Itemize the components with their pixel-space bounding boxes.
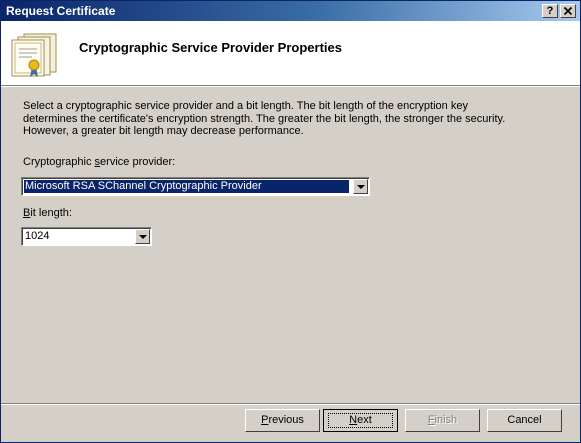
csp-dropdown-arrow[interactable] — [353, 179, 368, 194]
header-divider — [1, 86, 580, 87]
bit-length-value: 1024 — [25, 230, 50, 242]
finish-accesskey: F — [427, 414, 435, 426]
csp-label-part: ervice provider: — [100, 156, 176, 168]
csp-label: Cryptographic service provider: — [23, 156, 175, 168]
csp-label-part: Cryptographic — [23, 156, 95, 168]
close-button[interactable] — [560, 4, 576, 18]
page-title: Cryptographic Service Provider Propertie… — [79, 40, 342, 55]
previous-button[interactable]: Previous — [245, 409, 320, 432]
title-bar[interactable]: Request Certificate ? — [1, 1, 580, 21]
bit-length-dropdown[interactable]: 1024 — [21, 227, 152, 246]
csp-dropdown[interactable]: Microsoft RSA SChannel Cryptographic Pro… — [21, 177, 370, 196]
cancel-button[interactable]: Cancel — [487, 409, 562, 432]
focus-rectangle — [328, 413, 393, 428]
request-certificate-dialog: Request Certificate ? Cryptographic Serv… — [0, 0, 581, 443]
bit-length-label: Bit length: — [23, 207, 72, 219]
csp-selected-value: Microsoft RSA SChannel Cryptographic Pro… — [24, 180, 349, 193]
description-text: Select a cryptographic service provider … — [23, 100, 506, 137]
certificate-icon — [11, 33, 57, 77]
previous-label: revious — [268, 414, 304, 426]
wizard-header: Cryptographic Service Provider Propertie… — [1, 21, 580, 86]
close-icon — [563, 6, 573, 16]
next-button[interactable]: Next — [323, 409, 398, 432]
footer-divider-highlight — [1, 404, 580, 405]
help-button[interactable]: ? — [542, 4, 558, 18]
bit-length-dropdown-arrow[interactable] — [135, 229, 150, 244]
finish-button[interactable]: Finish — [405, 409, 480, 432]
finish-label: inish — [434, 414, 458, 426]
bit-label-part: it length: — [30, 207, 72, 219]
window-title: Request Certificate — [6, 4, 116, 18]
